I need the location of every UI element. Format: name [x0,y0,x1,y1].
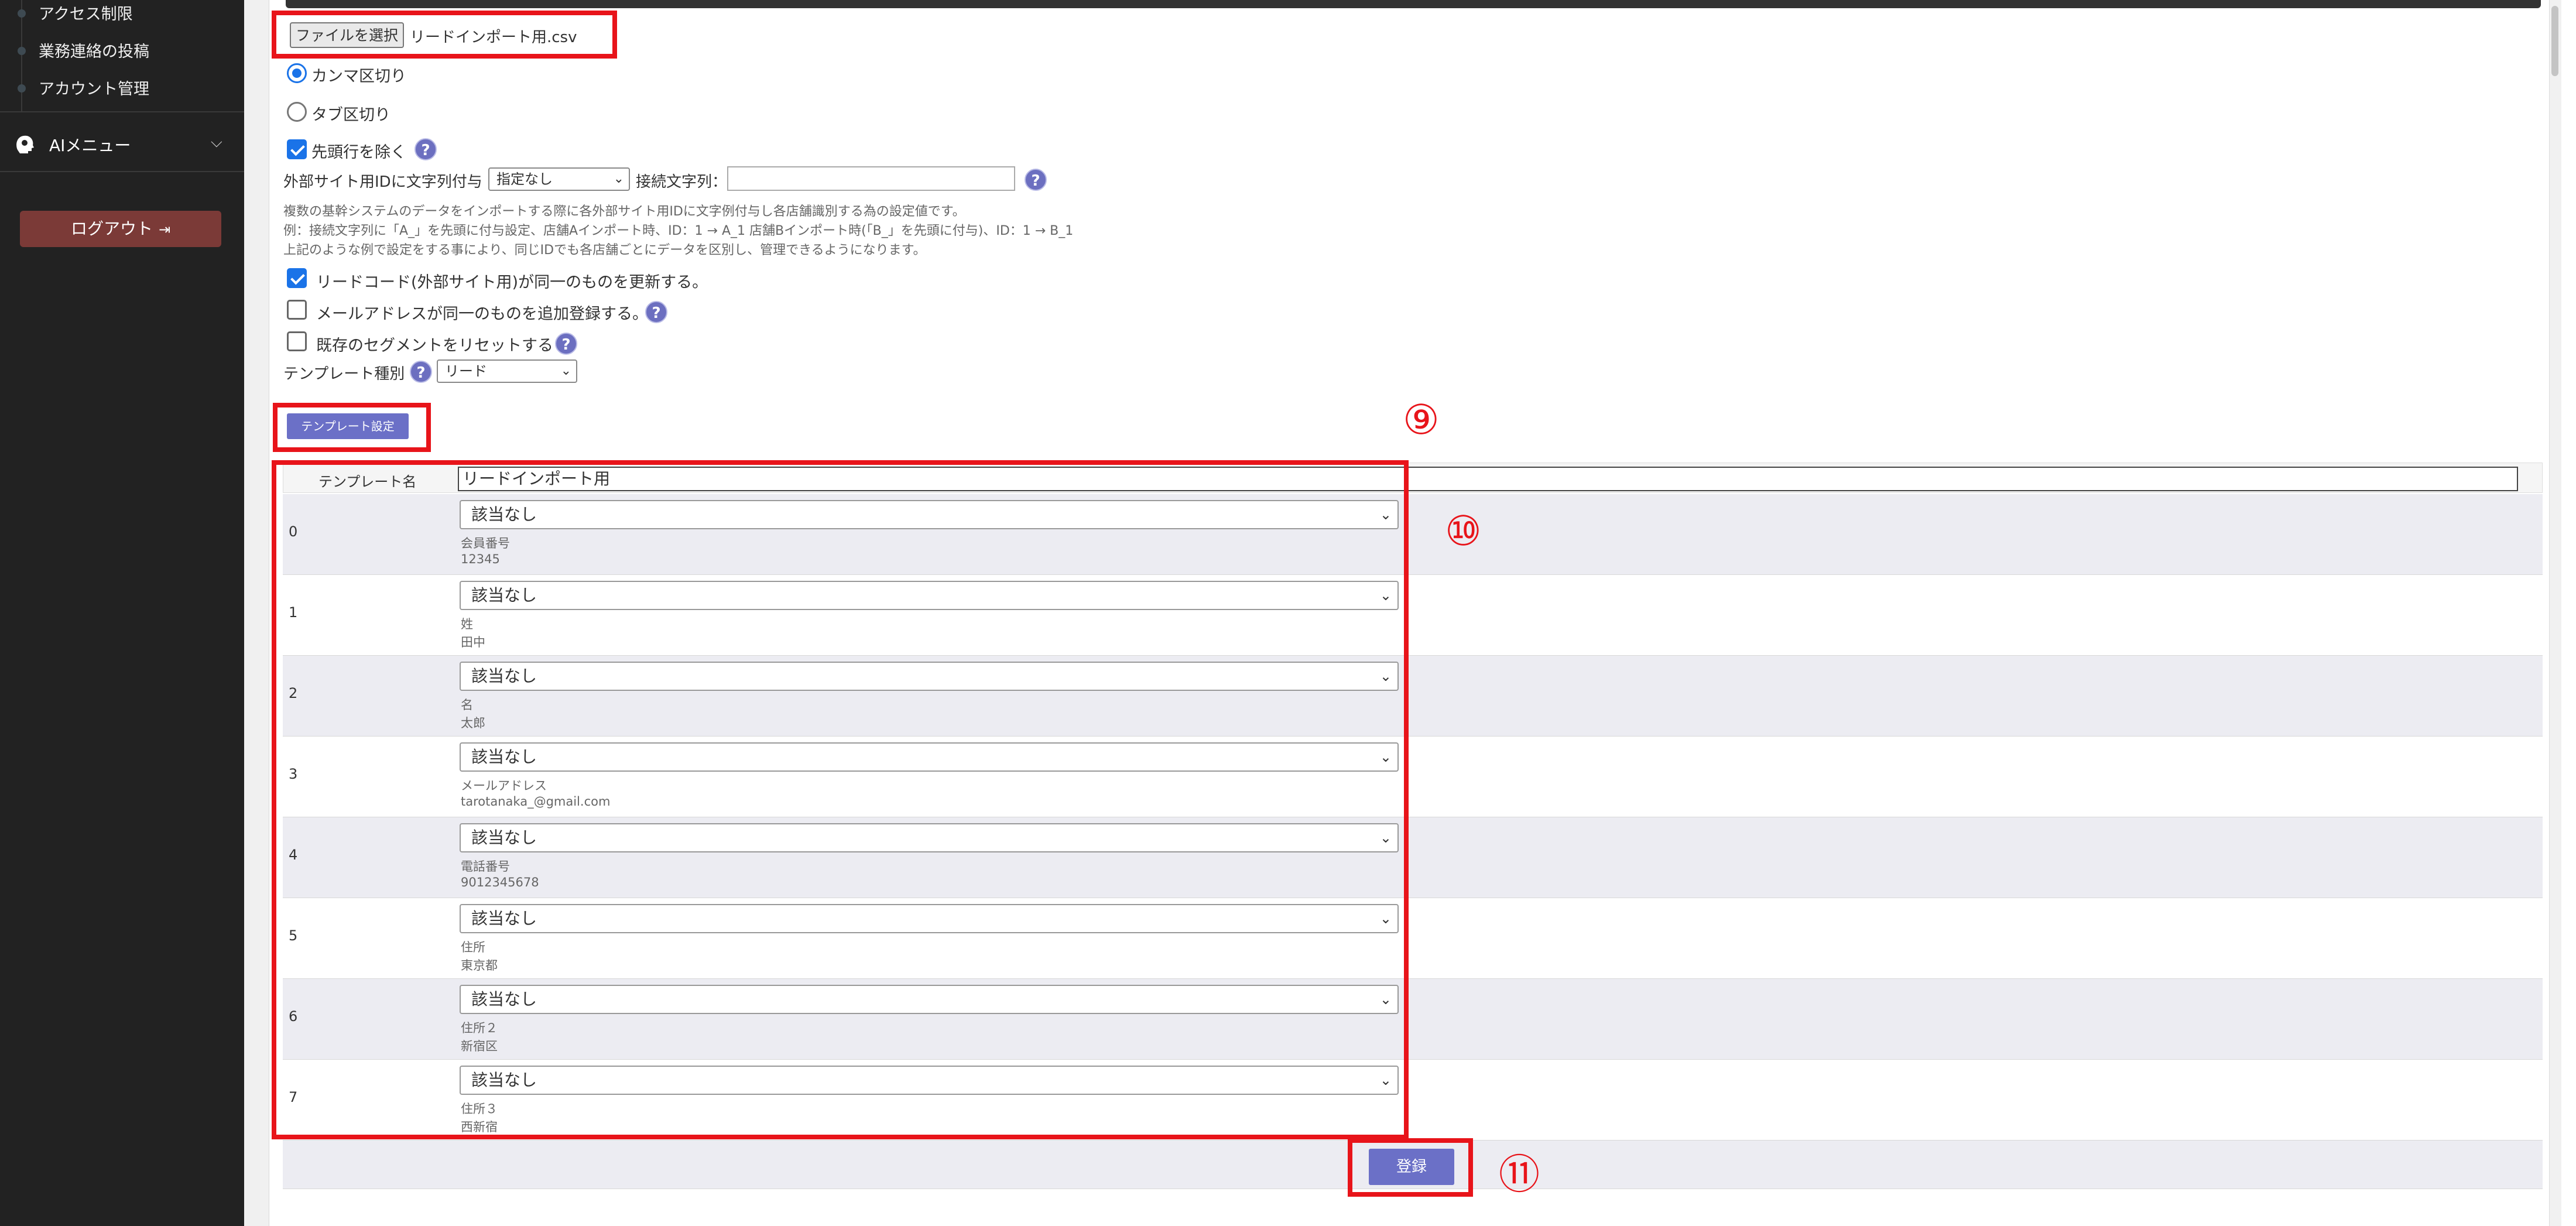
sidebar-item-ai-menu[interactable]: AIメニュー ⌵ [0,117,244,170]
logout-label: ログアウト [70,219,153,238]
sidebar: アクセス制限 業務連絡の投稿 アカウント管理 AIメニュー ⌵ ログアウト ⇥ [0,0,244,1226]
skip-header-label: 先頭行を除く [311,143,406,162]
scrollbar-thumb[interactable] [2551,6,2558,76]
connector-input[interactable] [727,166,1015,191]
sidebar-divider [0,171,244,172]
update-by-lead-code-checkbox[interactable] [287,268,307,288]
logout-button[interactable]: ログアウト ⇥ [20,211,221,247]
help-icon[interactable]: ? [1025,169,1047,191]
annotation-number-11: ⑪ [1499,1150,1540,1198]
sidebar-item-label: 業務連絡の投稿 [39,43,149,61]
tab-radio-label: タブ区切り [311,106,390,124]
annotation-box-template-table [272,460,1409,1139]
reset-segment-label: 既存のセグメントをリセットする [316,337,553,355]
help-icon[interactable]: ? [415,138,437,160]
chevron-down-icon: ⌄ [613,172,624,186]
add-by-email-label: メールアドレスが同一のものを追加登録する。 [316,305,648,323]
note-line: 上記のような例で設定をする事により、同じIDでも各店舗ごとにデータを区別し、管理… [283,243,926,258]
template-settings-button[interactable]: テンプレート設定 [287,413,409,439]
sidebar-item-access-restriction[interactable]: アクセス制限 [0,0,244,29]
help-icon[interactable]: ? [410,361,432,383]
add-by-email-checkbox[interactable] [287,300,307,320]
reset-segment-checkbox[interactable] [287,331,307,351]
file-name-text: リードインポート用.csv [410,29,577,46]
tab-radio[interactable] [287,102,307,122]
content-gutter [244,0,269,1226]
annotation-number-9: ⑨ [1403,396,1440,444]
bullet-icon [18,47,26,55]
sidebar-item-business-post[interactable]: 業務連絡の投稿 [0,33,244,67]
sign-out-icon: ⇥ [158,221,171,238]
skip-header-checkbox[interactable] [287,139,307,159]
chevron-down-icon: ⌄ [560,364,571,378]
file-select-button[interactable]: ファイルを選択 [290,22,404,48]
external-id-select-value: 指定なし [496,171,553,187]
chevron-down-icon: ⌵ [211,133,222,151]
vertical-scrollbar[interactable] [2549,0,2561,1226]
note-line: 例：接続文字列に「A_」を先頭に付与設定、店舗Aインポート時、ID：1 → A_… [283,224,1074,238]
ai-menu-label: AIメニュー [49,136,131,155]
sidebar-divider [0,111,244,112]
external-id-select[interactable]: 指定なし ⌄ [488,167,630,191]
comma-radio[interactable] [287,63,307,83]
template-type-select-value: リード [445,363,487,379]
external-id-label: 外部サイト用IDに文字列付与 [283,173,482,191]
bullet-icon [18,84,26,93]
bullet-icon [18,9,26,18]
sidebar-item-label: アクセス制限 [39,5,133,23]
update-by-lead-code-label: リードコード(外部サイト用)が同一のものを更新する。 [316,273,708,292]
annotation-number-10: ⑩ [1445,507,1482,555]
note-line: 複数の基幹システムのデータをインポートする際に各外部サイト用IDに文字例付与し各… [283,204,965,219]
template-type-label: テンプレート種別 [283,365,405,383]
submit-button[interactable]: 登録 [1369,1149,1454,1185]
comma-radio-label: カンマ区切り [311,67,406,85]
connector-label: 接続文字列： [636,173,728,191]
ai-head-icon [16,135,34,153]
template-type-select[interactable]: リード ⌄ [437,359,577,383]
help-icon[interactable]: ? [555,333,577,355]
help-icon[interactable]: ? [645,301,667,323]
sidebar-item-account-management[interactable]: アカウント管理 [0,70,244,104]
panel-header-bar [286,0,2541,8]
sidebar-item-label: アカウント管理 [39,80,149,98]
